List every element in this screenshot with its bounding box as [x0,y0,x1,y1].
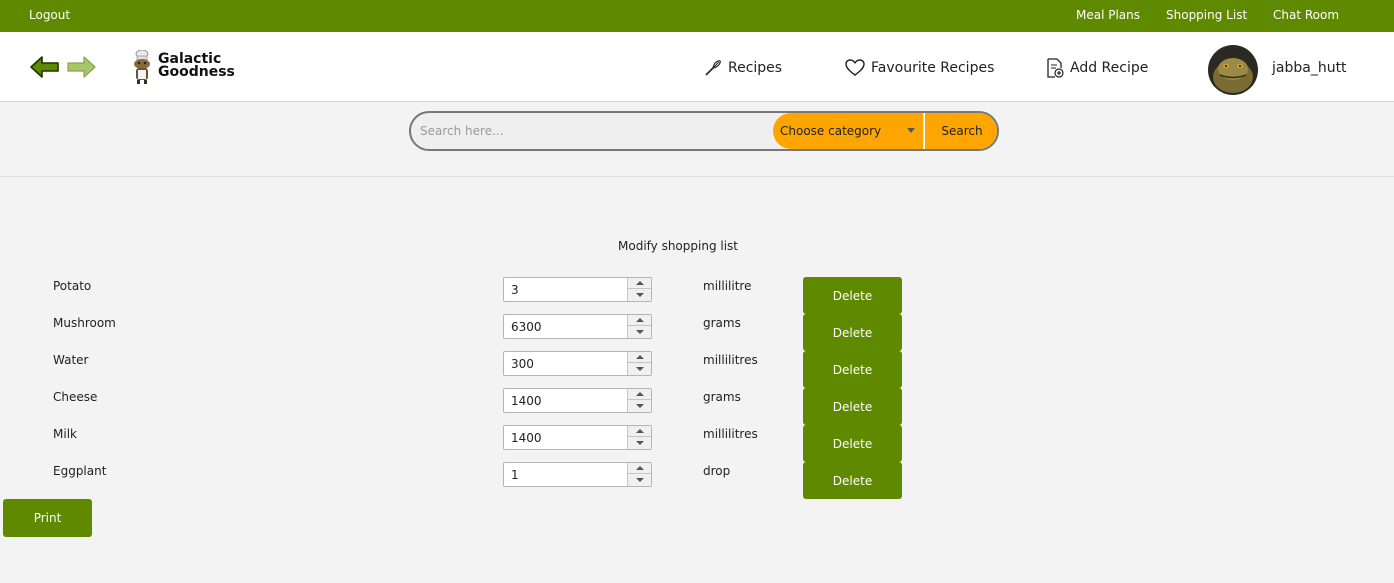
delete-button[interactable]: Delete [803,277,902,314]
quantity-value[interactable]: 1400 [511,394,542,408]
add-document-icon [1047,58,1064,78]
nav-add-recipe-label: Add Recipe [1070,60,1149,76]
nav-favourite-recipes[interactable]: Favourite Recipes [845,57,994,79]
item-unit: grams [703,316,741,330]
quantity-stepper[interactable]: 300 [503,351,652,376]
meal-plans-link[interactable]: Meal Plans [1076,8,1140,22]
item-unit: millilitres [703,353,758,367]
search-bar: Choose category Search [409,111,999,151]
chat-room-link[interactable]: Chat Room [1273,8,1339,22]
search-input[interactable] [411,113,773,149]
item-unit: grams [703,390,741,404]
search-bar-area: Choose category Search [0,102,1394,177]
category-select-label: Choose category [780,124,882,138]
item-name: Mushroom [53,316,116,330]
increment-icon[interactable] [628,352,651,363]
nav-favourite-recipes-label: Favourite Recipes [871,60,995,76]
decrement-icon[interactable] [628,290,651,301]
print-button[interactable]: Print [3,499,92,537]
delete-button[interactable]: Delete [803,425,902,462]
increment-icon[interactable] [628,389,651,400]
quantity-stepper[interactable]: 1400 [503,425,652,450]
quantity-value[interactable]: 3 [511,283,519,297]
page-title: Modify shopping list [618,239,739,253]
search-button[interactable]: Search [924,113,997,149]
username[interactable]: jabba_hutt [1272,60,1347,76]
item-name: Cheese [53,390,98,404]
header: Galactic Goodness Recipes Favourite Reci… [0,32,1394,102]
increment-icon[interactable] [628,426,651,437]
nav-recipes[interactable]: Recipes [704,57,782,79]
increment-icon[interactable] [628,278,651,289]
item-name: Eggplant [53,464,107,478]
item-unit: millilitre [703,279,752,293]
logout-link[interactable]: Logout [29,8,70,22]
delete-button[interactable]: Delete [803,388,902,425]
quantity-value[interactable]: 6300 [511,320,542,334]
increment-icon[interactable] [628,463,651,474]
item-name: Potato [53,279,92,293]
forward-arrow-icon[interactable] [65,55,97,79]
logo-text: Galactic Goodness [158,52,235,80]
top-bar: Logout Meal Plans Shopping List Chat Roo… [0,0,1394,32]
decrement-icon[interactable] [628,438,651,449]
decrement-icon[interactable] [628,327,651,338]
logo-line-2: Goodness [158,64,235,80]
item-name: Milk [53,427,77,441]
quantity-value[interactable]: 300 [511,357,534,371]
whisk-icon [705,60,721,76]
item-unit: millilitres [703,427,758,441]
shopping-list-link[interactable]: Shopping List [1166,8,1247,22]
decrement-icon[interactable] [628,475,651,486]
delete-button[interactable]: Delete [803,314,902,351]
chef-mascot-icon [134,50,150,84]
quantity-value[interactable]: 1400 [511,431,542,445]
avatar[interactable] [1208,45,1258,95]
quantity-stepper[interactable]: 1400 [503,388,652,413]
logo[interactable]: Galactic Goodness [130,50,242,86]
quantity-stepper[interactable]: 3 [503,277,652,302]
category-select[interactable]: Choose category [773,113,923,149]
decrement-icon[interactable] [628,401,651,412]
chevron-down-icon [907,128,915,133]
delete-button[interactable]: Delete [803,351,902,388]
decrement-icon[interactable] [628,364,651,375]
delete-button[interactable]: Delete [803,462,902,499]
nav-add-recipe[interactable]: Add Recipe [1046,57,1148,79]
quantity-value[interactable]: 1 [511,468,519,482]
heart-icon [845,59,865,76]
user-avatar-icon [1208,45,1258,95]
item-unit: drop [703,464,731,478]
nav-recipes-label: Recipes [728,60,783,76]
item-name: Water [53,353,89,367]
quantity-stepper[interactable]: 6300 [503,314,652,339]
quantity-stepper[interactable]: 1 [503,462,652,487]
increment-icon[interactable] [628,315,651,326]
back-arrow-icon[interactable] [29,55,61,79]
